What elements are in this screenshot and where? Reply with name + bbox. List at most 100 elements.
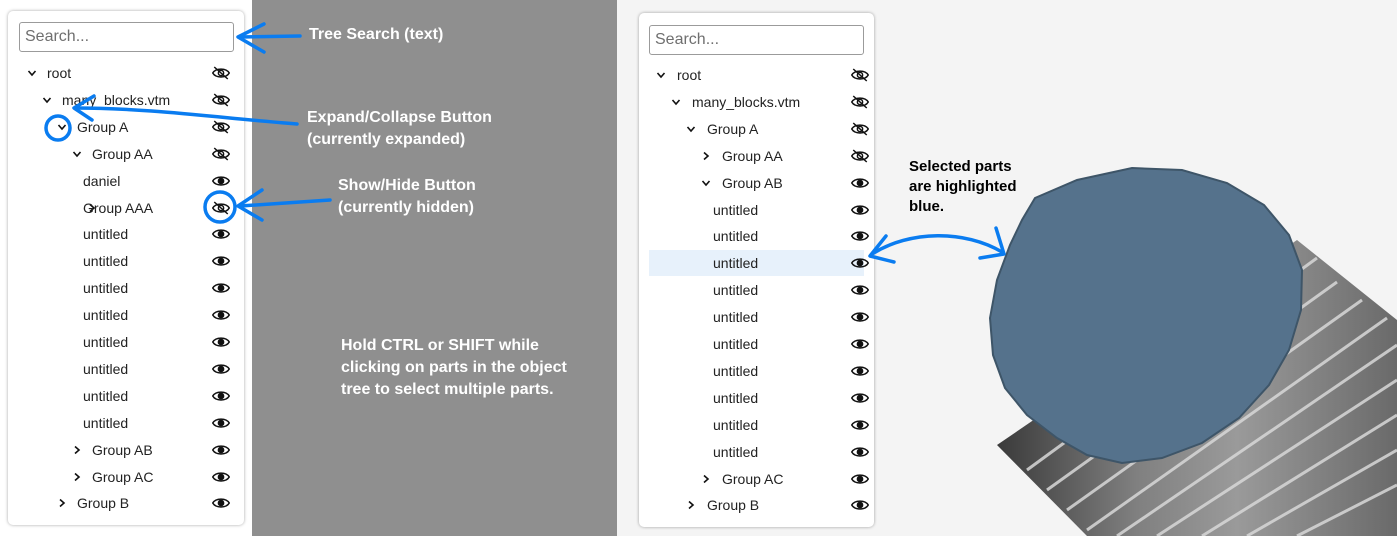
eye-off-icon[interactable]: [851, 68, 869, 82]
tree-row-label: untitled: [83, 387, 129, 404]
annotation-selected-line3: blue.: [909, 198, 945, 215]
tree-row[interactable]: many_blocks.vtm: [649, 89, 869, 115]
tree-row[interactable]: untitled: [649, 250, 869, 277]
eye-icon[interactable]: [851, 418, 869, 432]
tree-row[interactable]: root: [8, 60, 244, 86]
eye-icon[interactable]: [851, 498, 869, 512]
eye-icon[interactable]: [851, 176, 869, 190]
eye-off-icon[interactable]: [212, 66, 230, 80]
eye-off-icon[interactable]: [212, 147, 230, 161]
tree-row[interactable]: many_blocks.vtm: [8, 87, 244, 113]
eye-icon[interactable]: [851, 283, 869, 297]
tree-search-input[interactable]: [649, 25, 864, 55]
eye-icon[interactable]: [212, 362, 230, 376]
tree-row[interactable]: untitled: [649, 439, 869, 465]
tree-row[interactable]: Group A: [649, 116, 869, 142]
eye-off-icon[interactable]: [851, 122, 869, 136]
tree-row[interactable]: untitled: [8, 275, 244, 301]
eye-icon[interactable]: [851, 337, 869, 351]
tree-row[interactable]: untitled: [8, 248, 244, 274]
eye-off-icon[interactable]: [851, 149, 869, 163]
tree-row[interactable]: daniel: [8, 168, 244, 194]
eye-icon[interactable]: [851, 445, 869, 459]
chevron-down-icon[interactable]: [71, 148, 83, 160]
eye-off-icon[interactable]: [212, 200, 230, 215]
chevron-down-icon[interactable]: [700, 177, 712, 189]
eye-icon[interactable]: [212, 335, 230, 349]
tree-row[interactable]: root: [649, 62, 869, 88]
tree-search-input[interactable]: [19, 22, 234, 52]
eye-icon[interactable]: [212, 174, 230, 188]
eye-icon[interactable]: [212, 281, 230, 295]
chevron-down-icon[interactable]: [56, 121, 68, 133]
eye-off-icon[interactable]: [212, 93, 230, 107]
tree-row[interactable]: untitled: [8, 383, 244, 409]
tree-row[interactable]: untitled: [8, 221, 244, 247]
chevron-down-icon[interactable]: [655, 69, 667, 81]
eye-icon[interactable]: [212, 389, 230, 403]
tree-row-label: untitled: [83, 360, 129, 377]
eye-icon[interactable]: [851, 203, 869, 217]
eye-icon[interactable]: [212, 254, 230, 268]
tree-row[interactable]: untitled: [649, 223, 869, 249]
tree-row[interactable]: Group AB: [649, 170, 869, 196]
chevron-right-icon[interactable]: [700, 473, 712, 485]
tree-row[interactable]: Group A: [8, 114, 244, 140]
eye-icon[interactable]: [212, 470, 230, 484]
tree-row-label: untitled: [713, 309, 759, 326]
chevron-right-icon[interactable]: [56, 497, 68, 509]
tree-row[interactable]: untitled: [8, 410, 244, 436]
tree-row[interactable]: Group AA: [649, 143, 869, 169]
tree-row[interactable]: Group B: [8, 490, 244, 516]
chevron-down-icon[interactable]: [670, 96, 682, 108]
eye-icon[interactable]: [851, 391, 869, 405]
tree-row[interactable]: Group AC: [8, 464, 244, 490]
eye-icon[interactable]: [851, 472, 869, 486]
tree-row-label: untitled: [83, 414, 129, 431]
eye-icon[interactable]: [851, 229, 869, 243]
tree-row[interactable]: untitled: [8, 329, 244, 355]
eye-icon[interactable]: [212, 416, 230, 430]
eye-icon[interactable]: [212, 443, 230, 457]
annotation-multi-line1: Hold CTRL or SHIFT while: [341, 337, 539, 354]
eye-off-icon[interactable]: [851, 95, 869, 109]
tree-row-label: untitled: [83, 226, 129, 243]
chevron-down-icon[interactable]: [685, 123, 697, 135]
chevron-down-icon[interactable]: [41, 94, 53, 106]
eye-icon[interactable]: [851, 364, 869, 378]
tree-row[interactable]: untitled: [649, 304, 869, 330]
eye-icon[interactable]: [851, 310, 869, 324]
right-object-tree-panel: root many_blocks.vtm Group A Group AA Group …: [639, 13, 874, 527]
eye-icon[interactable]: [212, 227, 230, 241]
tree-row[interactable]: Group B: [649, 492, 869, 518]
tree-row[interactable]: untitled: [8, 302, 244, 328]
eye-icon[interactable]: [851, 256, 869, 270]
tree-row-label: untitled: [713, 443, 759, 460]
eye-off-icon[interactable]: [212, 120, 230, 134]
tree-row[interactable]: Group AB: [8, 437, 244, 463]
chevron-right-icon[interactable]: [71, 471, 83, 483]
chevron-right-icon[interactable]: [71, 444, 83, 456]
chevron-down-icon[interactable]: [26, 67, 38, 79]
tree-row[interactable]: untitled: [649, 277, 869, 303]
chevron-right-icon[interactable]: [685, 499, 697, 511]
annotation-selected-line2: are highlighted: [909, 178, 1017, 195]
tree-row-label: untitled: [713, 336, 759, 352]
tree-row[interactable]: untitled: [649, 385, 869, 411]
tree-row[interactable]: untitled: [649, 358, 869, 384]
tree-row-label: Group B: [77, 495, 130, 512]
chevron-right-icon[interactable]: [700, 150, 712, 162]
tree-row[interactable]: Group AA: [8, 141, 244, 167]
tree-row[interactable]: untitled: [8, 356, 244, 382]
eye-icon[interactable]: [212, 308, 230, 322]
tree-row-label: untitled: [713, 255, 759, 272]
tree-row-label: Group AB: [92, 441, 153, 458]
tree-row[interactable]: untitled: [649, 197, 869, 223]
eye-icon[interactable]: [212, 496, 230, 510]
tree-row[interactable]: Group AAA: [8, 195, 244, 221]
tree-row[interactable]: Group AC: [649, 466, 869, 492]
annotation-showhide-line2: (currently hidden): [338, 199, 475, 216]
tree-row[interactable]: untitled: [649, 412, 869, 438]
tree-row[interactable]: untitled: [649, 331, 869, 357]
tree-row-label: untitled: [83, 307, 129, 324]
